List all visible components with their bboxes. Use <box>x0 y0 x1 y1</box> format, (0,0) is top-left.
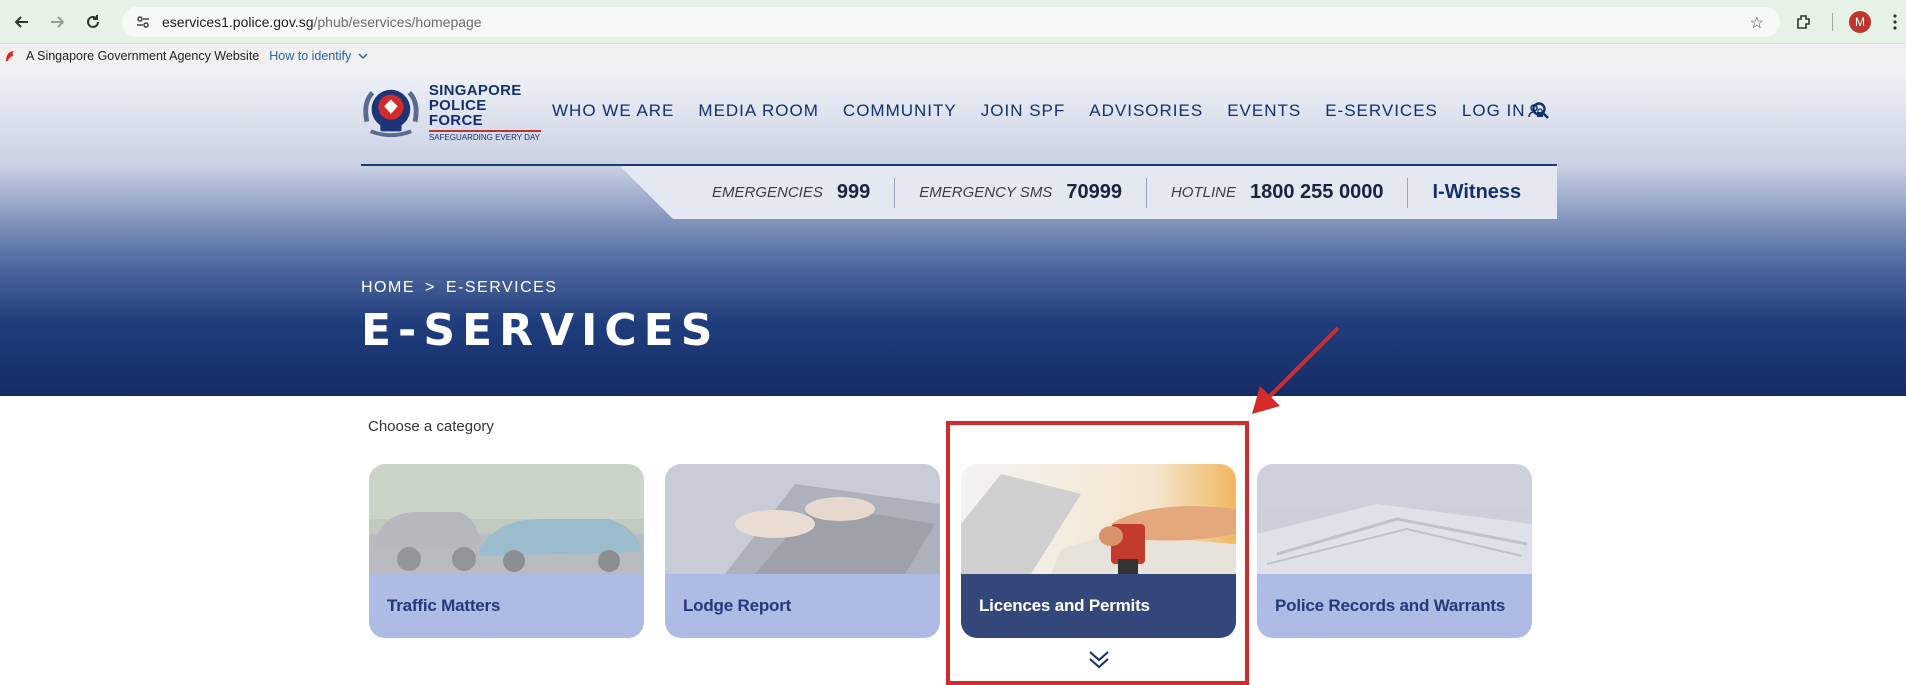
chevron-down-icon <box>358 53 368 60</box>
nav-media-room[interactable]: MEDIA ROOM <box>698 101 819 121</box>
singapore-lion-icon <box>6 51 14 61</box>
site-info-icon[interactable] <box>134 13 152 31</box>
card-label: Police Records and Warrants <box>1275 596 1506 615</box>
nav-log-in-label: LOG IN <box>1461 101 1526 120</box>
bookmark-star-icon[interactable]: ☆ <box>1750 13 1764 33</box>
documents-records-image <box>1257 464 1532 574</box>
traffic-accident-image <box>369 464 644 574</box>
search-icon[interactable] <box>1531 101 1551 121</box>
category-card-traffic-matters[interactable]: Traffic Matters <box>369 464 644 638</box>
gov-banner-text: A Singapore Government Agency Website <box>26 49 260 63</box>
card-band: Police Records and Warrants <box>1257 574 1532 638</box>
toolbar-divider <box>1832 10 1833 34</box>
how-to-identify-link[interactable]: How to identify <box>269 49 369 63</box>
spf-crest-icon <box>363 89 419 138</box>
highlight-box <box>946 421 1249 685</box>
nav-advisories[interactable]: ADVISORIES <box>1089 101 1203 121</box>
double-chevron-down-icon[interactable] <box>1088 648 1110 670</box>
nav-events[interactable]: EVENTS <box>1227 101 1301 121</box>
url-path: /phub/eservices/homepage <box>313 14 482 30</box>
forward-icon[interactable] <box>45 10 69 34</box>
url-host: eservices1.police.gov.sg <box>162 14 314 30</box>
emergencies-info: EMERGENCIES 999 <box>688 177 896 208</box>
laptop-typing-image <box>665 464 940 574</box>
logo-line1: SINGAPORE <box>428 81 522 99</box>
emergencies-label: EMERGENCIES <box>712 184 823 201</box>
iwitness-info: I-Witness <box>1408 178 1545 208</box>
card-band: Traffic Matters <box>369 574 644 638</box>
choose-category-label: Choose a category <box>368 418 494 435</box>
extensions-icon[interactable] <box>1795 10 1813 34</box>
nav-community[interactable]: COMMUNITY <box>843 101 957 121</box>
breadcrumb: HOME > E-SERVICES <box>361 279 557 297</box>
logo-tagline: SAFEGUARDING EVERY DAY <box>428 129 541 142</box>
back-icon[interactable] <box>10 10 34 34</box>
iwitness-link[interactable]: I-Witness <box>1432 181 1521 204</box>
menu-kebab-icon[interactable] <box>1892 10 1898 34</box>
breadcrumb-separator: > <box>425 279 436 296</box>
hero-divider <box>361 164 1557 166</box>
breadcrumb-current: E-SERVICES <box>445 279 558 296</box>
emergency-sms-value[interactable]: 70999 <box>1066 181 1122 204</box>
contact-info-bar: EMERGENCIES 999 EMERGENCY SMS 70999 HOTL… <box>620 166 1557 219</box>
reload-icon[interactable] <box>81 10 105 34</box>
how-to-identify-label: How to identify <box>269 49 352 63</box>
category-card-police-records-and-warrants[interactable]: Police Records and Warrants <box>1257 464 1532 638</box>
red-pointer-arrow-icon <box>1252 326 1340 414</box>
nav-who-we-are[interactable]: WHO WE ARE <box>552 101 674 121</box>
emergency-sms-info: EMERGENCY SMS 70999 <box>895 177 1147 208</box>
address-bar[interactable]: eservices1.police.gov.sg/phub/eservices/… <box>122 7 1780 37</box>
card-band: Lodge Report <box>665 574 940 638</box>
gov-banner: A Singapore Government Agency Website Ho… <box>0 44 1906 68</box>
hotline-value[interactable]: 1800 255 0000 <box>1250 181 1383 204</box>
page-title: E-SERVICES <box>361 305 720 356</box>
logo-text: SINGAPORE POLICE FORCE SAFEGUARDING EVER… <box>428 81 541 142</box>
nav-e-services[interactable]: E-SERVICES <box>1325 101 1438 121</box>
breadcrumb-home[interactable]: HOME <box>361 279 415 297</box>
browser-toolbar: eservices1.police.gov.sg/phub/eservices/… <box>0 0 1906 44</box>
card-label: Lodge Report <box>683 596 792 615</box>
emergencies-value[interactable]: 999 <box>837 181 870 204</box>
hotline-info: HOTLINE 1800 255 0000 <box>1147 177 1409 208</box>
hotline-label: HOTLINE <box>1170 184 1236 201</box>
profile-avatar[interactable]: M <box>1849 11 1871 33</box>
spf-logo[interactable]: SINGAPORE POLICE FORCE SAFEGUARDING EVER… <box>361 82 541 142</box>
nav-join-spf[interactable]: JOIN SPF <box>981 101 1066 121</box>
main-nav: WHO WE ARE MEDIA ROOM COMMUNITY JOIN SPF… <box>552 101 1544 121</box>
card-label: Traffic Matters <box>387 596 501 615</box>
logo-line2: POLICE FORCE <box>428 96 487 129</box>
emergency-sms-label: EMERGENCY SMS <box>919 184 1053 201</box>
category-card-lodge-report[interactable]: Lodge Report <box>665 464 940 638</box>
